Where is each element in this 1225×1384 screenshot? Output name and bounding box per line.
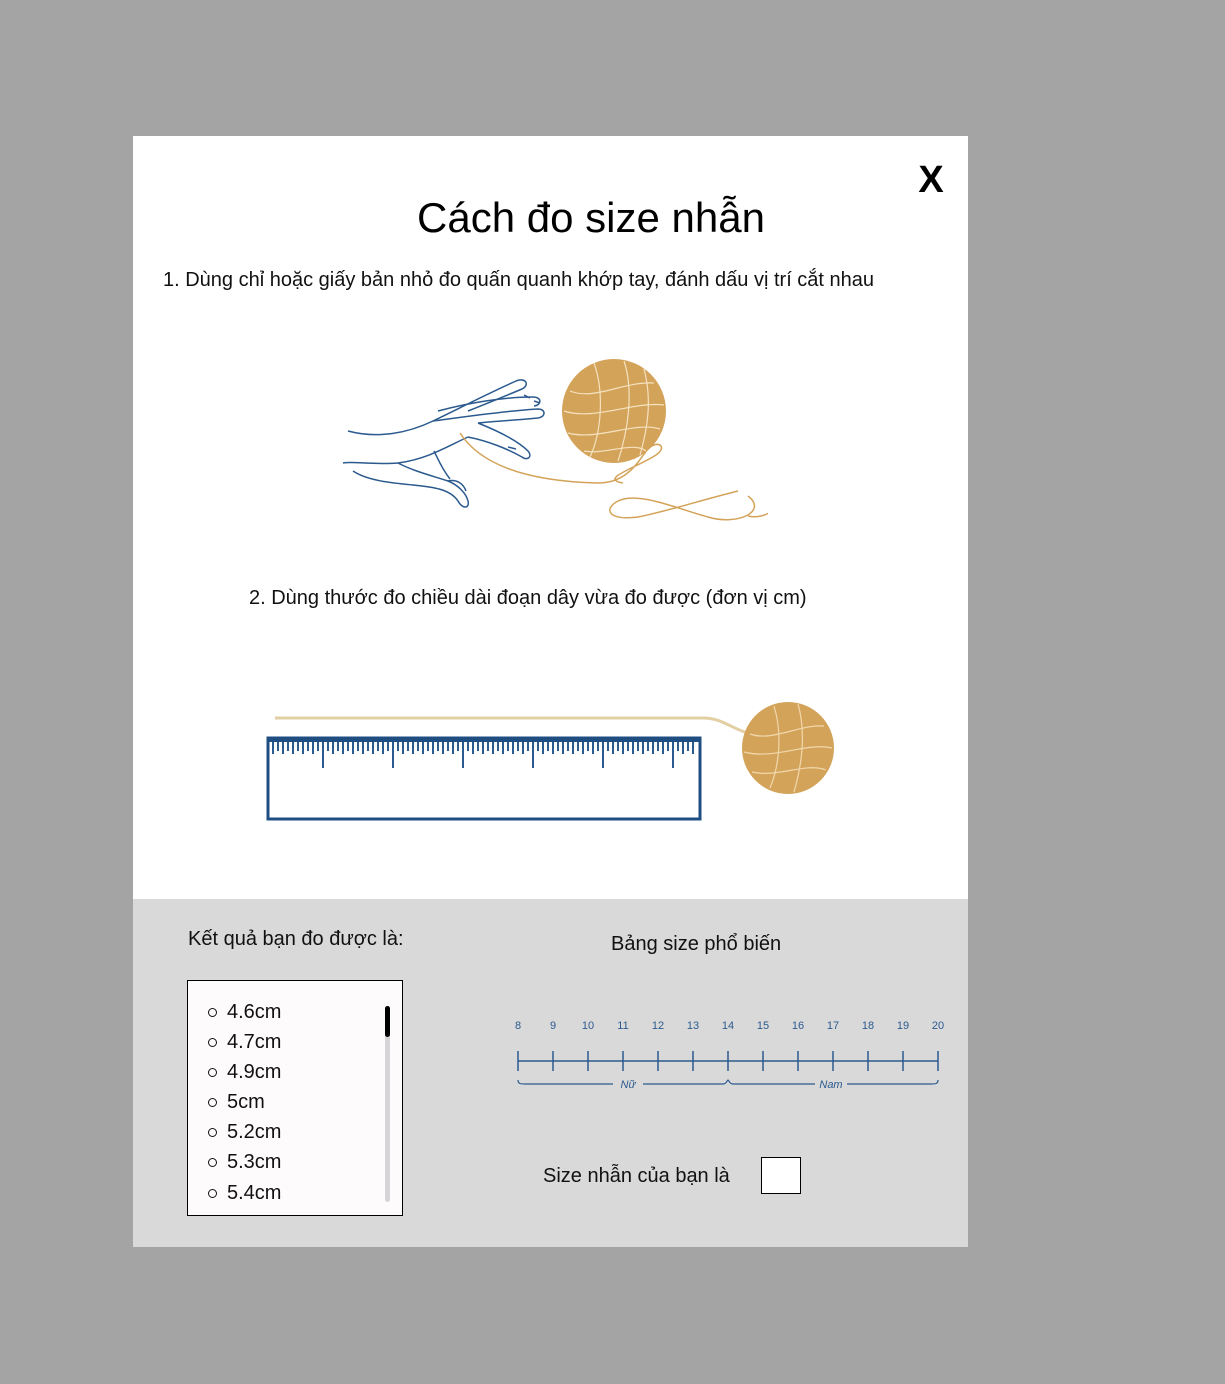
scale-tick-label: 17 (827, 1020, 839, 1032)
scale-tick-label: 13 (687, 1020, 699, 1032)
scale-tick-label: 8 (515, 1020, 521, 1032)
radio-icon[interactable] (208, 1188, 217, 1198)
size-scale-illustration: 8 9 10 11 12 13 14 15 16 17 18 19 20 Nữ Nam (515, 1020, 944, 1091)
size-result-box (761, 1157, 801, 1194)
step-2-text: 2. Dùng thước đo chiều dài đoạn dây vừa … (249, 587, 807, 609)
radio-icon[interactable] (208, 1097, 217, 1107)
thread-line (275, 716, 752, 736)
ruler-illustration (266, 736, 702, 821)
female-label: Nữ (621, 1079, 637, 1091)
option-label: 5.2cm (227, 1120, 282, 1143)
radio-icon[interactable] (208, 1067, 217, 1077)
scale-tick-label: 19 (897, 1020, 909, 1032)
option-item[interactable]: 4.9cm (208, 1058, 281, 1086)
radio-icon[interactable] (208, 1007, 217, 1017)
ring-size-modal: X Cách đo size nhẫn 1. Dùng chỉ hoặc giấ… (133, 136, 968, 1247)
step-1-text: 1. Dùng chỉ hoặc giấy bản nhỏ đo quấn qu… (163, 269, 875, 291)
radio-icon[interactable] (208, 1127, 217, 1137)
male-label: Nam (819, 1079, 842, 1091)
ruler-yarn-illustration (266, 702, 834, 821)
option-label: 4.7cm (227, 1030, 282, 1053)
result-label: Kết quả bạn đo được là: (188, 928, 404, 950)
size-result-label: Size nhẫn của bạn là (543, 1165, 730, 1187)
scale-tick-label: 12 (652, 1020, 664, 1032)
scale-tick-label: 14 (722, 1020, 734, 1032)
result-panel: Kết quả bạn đo được là: 4.6cm 4.7cm 4.9c… (133, 899, 968, 1247)
option-item[interactable]: 5.3cm (208, 1148, 281, 1176)
hand-illustration (342, 379, 545, 508)
measurement-listbox[interactable]: 4.6cm 4.7cm 4.9cm 5cm 5.2cm 5.3cm 5.4cm (187, 980, 403, 1216)
option-item[interactable]: 5.4cm (208, 1179, 281, 1207)
option-label: 5cm (227, 1090, 265, 1113)
scale-tick-label: 15 (757, 1020, 769, 1032)
option-label: 5.4cm (227, 1181, 282, 1204)
scale-tick-label: 10 (582, 1020, 594, 1032)
radio-icon[interactable] (208, 1037, 217, 1047)
option-item[interactable]: 4.7cm (208, 1028, 281, 1056)
scale-tick-label: 16 (792, 1020, 804, 1032)
option-label: 4.9cm (227, 1060, 282, 1083)
yarn-ball-illustration (742, 702, 834, 794)
scale-tick-label: 20 (932, 1020, 944, 1032)
yarn-ball-illustration (459, 359, 768, 521)
option-item[interactable]: 4.6cm (208, 998, 281, 1026)
option-item[interactable]: 5cm (208, 1088, 265, 1116)
scrollbar-thumb[interactable] (385, 1006, 390, 1037)
option-label: 5.3cm (227, 1150, 282, 1173)
option-label: 4.6cm (227, 1000, 282, 1023)
size-table-title: Bảng size phổ biến (611, 933, 782, 955)
scale-tick-label: 18 (862, 1020, 874, 1032)
modal-title: Cách đo size nhẫn (417, 194, 765, 241)
option-item[interactable]: 5.2cm (208, 1118, 281, 1146)
radio-icon[interactable] (208, 1157, 217, 1167)
scale-tick-label: 9 (550, 1020, 556, 1032)
hand-yarn-illustration (342, 359, 768, 521)
scale-tick-label: 11 (617, 1020, 628, 1032)
